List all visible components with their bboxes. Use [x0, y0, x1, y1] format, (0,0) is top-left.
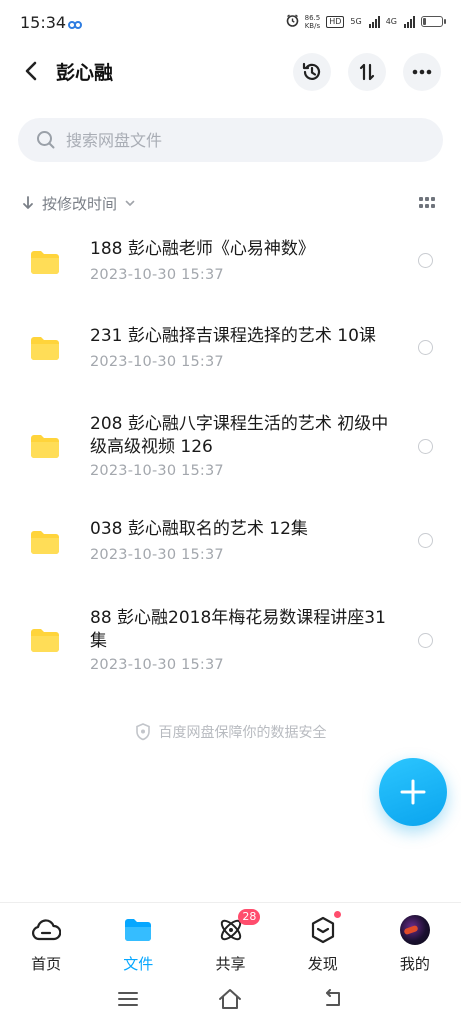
battery-level [423, 18, 426, 25]
nav-item-me[interactable]: 我的 [369, 903, 461, 978]
hamburger-menu-icon [118, 992, 138, 1006]
hd-badge: HD [326, 15, 345, 28]
select-radio[interactable] [418, 533, 433, 548]
plus-icon [400, 779, 426, 805]
chevron-left-icon [25, 61, 37, 81]
select-radio[interactable] [418, 253, 433, 268]
chevron-down-icon [125, 200, 135, 206]
folder-icon [31, 251, 59, 274]
file-name: 231 彭心融择吉课程选择的艺术 10课 [90, 326, 376, 346]
security-note-text: 百度网盘保障你的数据安全 [158, 725, 327, 741]
system-nav-bar [0, 978, 461, 1024]
network-speed-value: 86.5 [304, 13, 321, 22]
transfer-arrows-icon [359, 63, 375, 81]
search-input[interactable] [66, 118, 426, 162]
alarm-icon [286, 12, 299, 31]
list-item[interactable]: 88 彭心融2018年梅花易数课程讲座31集 2023-10-30 15:37 [0, 598, 461, 706]
back-button[interactable] [16, 56, 46, 86]
status-time: 15:34 [20, 13, 67, 32]
folder-icon [31, 337, 59, 360]
sim1-network-label: 5G [350, 17, 362, 26]
nav-label-me: 我的 [399, 955, 430, 973]
history-icon [302, 62, 321, 80]
home-icon [219, 989, 241, 1009]
system-back-button[interactable] [320, 986, 346, 1012]
file-name: 208 彭心融八字课程生活的艺术 初级中级高级视频 126 [90, 414, 389, 457]
nav-label-share: 共享 [215, 955, 246, 973]
add-button[interactable] [379, 758, 447, 826]
select-radio[interactable] [418, 439, 433, 454]
file-name: 188 彭心融老师《心易神数》 [90, 239, 315, 259]
file-date: 2023-10-30 15:37 [90, 463, 224, 479]
file-list: 188 彭心融老师《心易神数》 2023-10-30 15:37 231 彭心融… [0, 230, 461, 706]
folder-icon [31, 629, 59, 652]
file-date: 2023-10-30 15:37 [90, 547, 224, 563]
grid-view-icon[interactable] [419, 197, 435, 209]
file-date: 2023-10-30 15:37 [90, 267, 224, 283]
status-indicators: 86.5 KB/s HD 5G 4G [286, 12, 446, 31]
avatar-image [399, 915, 430, 945]
nav-item-home[interactable]: 首页 [0, 903, 92, 978]
sort-label: 按修改时间 [42, 194, 118, 213]
file-name: 038 彭心融取名的艺术 12集 [90, 519, 308, 539]
security-note: 百度网盘保障你的数据安全 [0, 722, 461, 742]
folder-icon [31, 435, 59, 458]
list-item[interactable]: 038 彭心融取名的艺术 12集 2023-10-30 15:37 [0, 510, 461, 598]
status-bar: 15:34 86.5 KB/s HD 5G 4G [0, 0, 461, 44]
sim2-signal-icon [404, 15, 415, 28]
nav-label-home: 首页 [31, 955, 62, 973]
nav-item-files[interactable]: 文件 [92, 903, 184, 978]
more-dots-icon [412, 69, 432, 75]
shield-icon [135, 723, 150, 741]
list-item[interactable]: 208 彭心融八字课程生活的艺术 初级中级高级视频 126 2023-10-30… [0, 404, 461, 510]
history-button[interactable] [293, 53, 331, 91]
share-count-badge: 28 [238, 909, 261, 925]
sort-selector[interactable]: 按修改时间 [22, 190, 135, 216]
nav-label-files: 文件 [123, 955, 154, 973]
folder-icon [31, 531, 59, 554]
discover-notification-dot [334, 911, 342, 918]
search-bar[interactable] [18, 118, 443, 162]
search-icon [36, 130, 56, 154]
bottom-nav: 首页 文件 28 共享 发现 我的 [0, 902, 461, 978]
select-radio[interactable] [418, 633, 433, 648]
menu-button[interactable] [115, 986, 141, 1012]
sim1-signal-icon [368, 15, 380, 28]
list-item[interactable]: 231 彭心融择吉课程选择的艺术 10课 2023-10-30 15:37 [0, 316, 461, 404]
home-button[interactable] [217, 986, 243, 1012]
nav-label-discover: 发现 [307, 955, 338, 973]
file-date: 2023-10-30 15:37 [90, 354, 224, 370]
page-title: 彭心融 [56, 62, 114, 84]
network-speed: 86.5 KB/s [305, 14, 321, 30]
discover-cube-icon [308, 915, 338, 945]
baidu-cloud-icon [68, 15, 82, 34]
nav-item-share[interactable]: 28 共享 [184, 903, 276, 978]
battery-icon [421, 16, 446, 27]
more-button[interactable] [403, 53, 441, 91]
file-date: 2023-10-30 15:37 [90, 657, 224, 673]
user-avatar [399, 915, 430, 945]
transfer-button[interactable] [348, 53, 386, 91]
nav-item-discover[interactable]: 发现 [277, 903, 369, 978]
sort-down-arrow-icon [23, 196, 33, 209]
file-name: 88 彭心融2018年梅花易数课程讲座31集 [90, 608, 386, 651]
home-cloud-icon [31, 915, 62, 945]
header: 彭心融 [0, 44, 461, 100]
back-arrow-icon [326, 989, 340, 1006]
files-folder-icon [123, 915, 153, 945]
select-radio[interactable] [418, 340, 433, 355]
sim2-network-label: 4G [385, 17, 397, 26]
network-speed-unit: KB/s [304, 21, 321, 30]
list-item[interactable]: 188 彭心融老师《心易神数》 2023-10-30 15:37 [0, 230, 461, 316]
